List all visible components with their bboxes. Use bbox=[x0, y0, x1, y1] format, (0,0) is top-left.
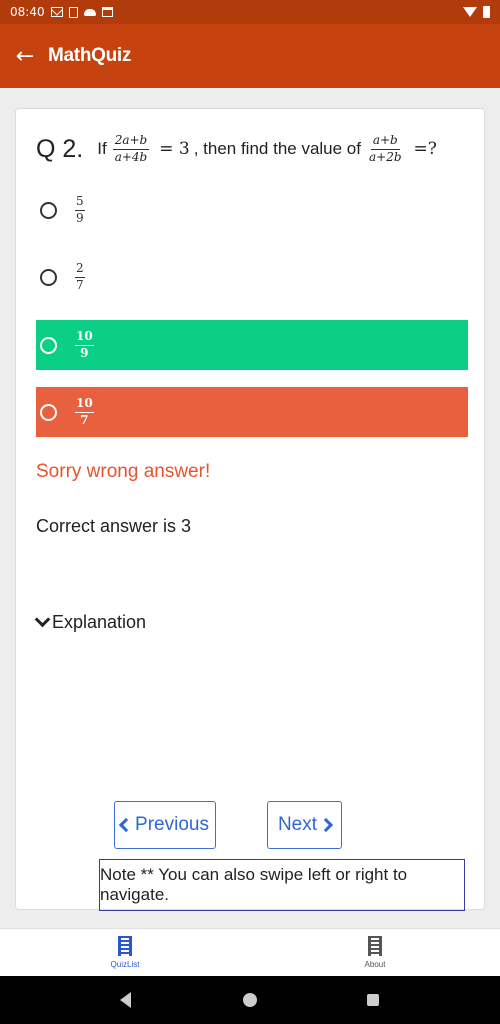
app-bar: ← MathQuiz bbox=[0, 24, 500, 88]
feedback-message: Sorry wrong answer! bbox=[36, 461, 211, 482]
system-nav-bar bbox=[0, 976, 500, 1024]
status-time: 08:40 bbox=[10, 5, 45, 19]
system-recents-icon[interactable] bbox=[367, 994, 379, 1006]
option-fraction: 5 9 bbox=[75, 194, 85, 225]
chevron-down-icon bbox=[34, 617, 50, 629]
swipe-note: Note ** You can also swipe left or right… bbox=[99, 859, 465, 911]
back-arrow-icon[interactable]: ← bbox=[4, 35, 46, 77]
tab-about[interactable]: About bbox=[250, 929, 500, 976]
question-number: Q 2. bbox=[36, 134, 84, 163]
option-fraction: 10 7 bbox=[75, 396, 94, 427]
radio-button[interactable] bbox=[40, 403, 57, 421]
calendar-icon bbox=[101, 7, 113, 17]
bottom-nav: QuizList About bbox=[0, 928, 500, 976]
option-fraction: 10 9 bbox=[75, 329, 94, 360]
question-prefix: If bbox=[97, 139, 107, 159]
battery-icon bbox=[483, 6, 490, 18]
status-bar: 08:40 bbox=[0, 0, 500, 24]
option-1[interactable]: 5 9 bbox=[36, 185, 468, 235]
next-button[interactable]: Next bbox=[267, 801, 342, 849]
tab-quizlist[interactable]: QuizList bbox=[0, 929, 250, 976]
film-icon bbox=[118, 936, 132, 956]
chevron-right-icon bbox=[318, 817, 334, 833]
cloud-icon bbox=[83, 8, 96, 16]
explanation-label: Explanation bbox=[52, 612, 147, 632]
correct-answer-text: Correct answer is 3 bbox=[36, 516, 192, 536]
question-fraction-2: a+b a+2b bbox=[369, 133, 402, 164]
previous-button[interactable]: Previous bbox=[114, 801, 216, 849]
film-icon bbox=[368, 936, 382, 956]
radio-button[interactable] bbox=[40, 268, 57, 286]
question-fraction-1: 2a+b a+4b bbox=[112, 133, 150, 164]
option-2[interactable]: 2 7 bbox=[36, 252, 468, 302]
question-text: If 2a+b a+4b = 3 , then find the value o… bbox=[97, 133, 441, 165]
app-title: MathQuiz bbox=[48, 45, 132, 66]
quiz-card: Q 2. If 2a+b a+4b = 3 , then find the va… bbox=[15, 108, 485, 911]
question-equals: = 3 bbox=[159, 139, 190, 160]
wifi-icon bbox=[463, 7, 477, 17]
mail-icon bbox=[50, 7, 63, 17]
question: Q 2. If 2a+b a+4b = 3 , then find the va… bbox=[36, 133, 441, 165]
explanation-toggle[interactable]: Explanation bbox=[34, 612, 146, 633]
option-4-wrong[interactable]: 10 7 bbox=[36, 387, 468, 437]
system-home-icon[interactable] bbox=[243, 993, 257, 1007]
question-middle-text: , then find the value of bbox=[193, 139, 361, 159]
radio-button[interactable] bbox=[40, 336, 57, 354]
option-3-correct[interactable]: 10 9 bbox=[36, 320, 468, 370]
chevron-left-icon bbox=[118, 817, 134, 833]
system-back-icon[interactable] bbox=[120, 992, 131, 1008]
radio-button[interactable] bbox=[40, 201, 57, 219]
sim-icon bbox=[68, 6, 78, 18]
question-suffix: =? bbox=[413, 139, 437, 160]
option-fraction: 2 7 bbox=[75, 261, 85, 292]
